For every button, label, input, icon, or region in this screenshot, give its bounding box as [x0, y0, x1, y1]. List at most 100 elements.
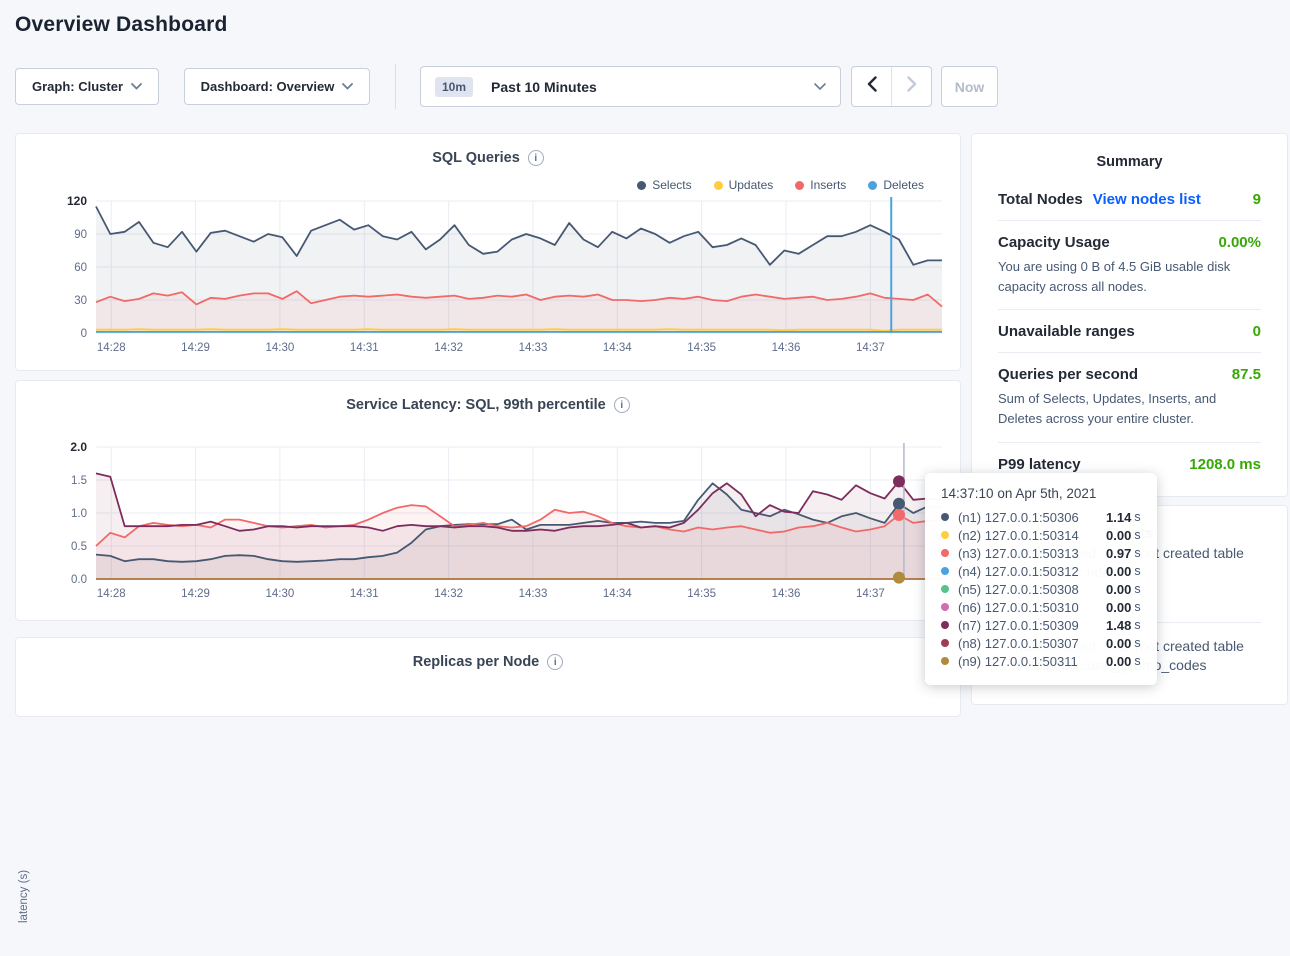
- tooltip-node-address: (n8) 127.0.0.1:50307: [958, 636, 1106, 651]
- legend-item-deletes[interactable]: Deletes: [868, 178, 924, 192]
- sql-queries-plot[interactable]: 030609012014:2814:2914:3014:3114:3214:33…: [44, 193, 950, 359]
- svg-text:14:35: 14:35: [687, 342, 716, 354]
- chevron-right-icon: [907, 76, 917, 97]
- previous-time-button[interactable]: [852, 67, 891, 106]
- tooltip-row: (n9) 127.0.0.1:503110.00s: [941, 652, 1141, 670]
- svg-text:30: 30: [74, 295, 87, 307]
- tooltip-latency-unit: s: [1134, 564, 1140, 578]
- tooltip-row: (n7) 127.0.0.1:503091.48s: [941, 616, 1141, 634]
- legend-dot: [868, 181, 877, 190]
- tooltip-node-address: (n9) 127.0.0.1:50311: [958, 654, 1106, 669]
- time-range-label: Past 10 Minutes: [491, 79, 806, 95]
- info-icon[interactable]: i: [528, 150, 544, 166]
- series-color-dot: [941, 567, 949, 575]
- tooltip-latency-value: 0.00: [1106, 528, 1131, 543]
- tooltip-latency-value: 0.00: [1106, 600, 1131, 615]
- summary-row-capacity-usage: Capacity Usage0.00%You are using 0 B of …: [998, 221, 1261, 310]
- tooltip-row: (n3) 127.0.0.1:503130.97s: [941, 544, 1141, 562]
- chevron-down-icon: [342, 83, 353, 90]
- legend-item-updates[interactable]: Updates: [714, 178, 774, 192]
- tooltip-latency-unit: s: [1134, 510, 1140, 524]
- series-color-dot: [941, 621, 949, 629]
- summary-label: Unavailable ranges: [998, 323, 1135, 340]
- svg-text:2.0: 2.0: [70, 440, 87, 454]
- tooltip-node-address: (n4) 127.0.0.1:50312: [958, 564, 1106, 579]
- latency-y-axis-label: latency (s): [18, 836, 34, 956]
- summary-value: 0.00%: [1218, 234, 1261, 251]
- svg-text:14:37: 14:37: [856, 588, 885, 600]
- svg-text:14:34: 14:34: [603, 342, 632, 354]
- svg-text:14:36: 14:36: [772, 342, 801, 354]
- tooltip-row: (n5) 127.0.0.1:503080.00s: [941, 580, 1141, 598]
- series-color-dot: [941, 549, 949, 557]
- chevron-left-icon: [867, 76, 877, 97]
- tooltip-row: (n6) 127.0.0.1:503100.00s: [941, 598, 1141, 616]
- now-button[interactable]: Now: [941, 66, 998, 107]
- replicas-chart-card: Replicas per Node i: [15, 637, 961, 717]
- legend-dot: [637, 181, 646, 190]
- latency-hover-tooltip: 14:37:10 on Apr 5th, 2021 (n1) 127.0.0.1…: [925, 473, 1157, 685]
- tooltip-node-address: (n1) 127.0.0.1:50306: [958, 510, 1106, 525]
- tooltip-latency-value: 1.48: [1106, 618, 1131, 633]
- svg-text:14:33: 14:33: [519, 588, 548, 600]
- svg-text:90: 90: [74, 229, 87, 241]
- dashboard-dropdown[interactable]: Dashboard: Overview: [184, 68, 370, 105]
- tooltip-latency-unit: s: [1134, 582, 1140, 596]
- summary-label: P99 latency: [998, 456, 1081, 473]
- tooltip-latency-value: 0.00: [1106, 636, 1131, 651]
- tooltip-latency-unit: s: [1134, 528, 1140, 542]
- series-color-dot: [941, 603, 949, 611]
- tooltip-latency-value: 1.14: [1106, 510, 1131, 525]
- dashboard-dropdown-label: Dashboard: Overview: [201, 79, 335, 94]
- svg-text:120: 120: [67, 194, 87, 208]
- series-color-dot: [941, 513, 949, 521]
- tooltip-node-address: (n6) 127.0.0.1:50310: [958, 600, 1106, 615]
- tooltip-timestamp: 14:37:10 on Apr 5th, 2021: [941, 486, 1141, 501]
- svg-text:1.5: 1.5: [71, 475, 87, 487]
- svg-text:14:36: 14:36: [772, 588, 801, 600]
- service-latency-chart-card: Service Latency: SQL, 99th percentile i …: [15, 380, 961, 621]
- svg-text:14:32: 14:32: [434, 342, 463, 354]
- tooltip-latency-value: 0.00: [1106, 564, 1131, 579]
- service-latency-chart-title: Service Latency: SQL, 99th percentile: [346, 397, 606, 413]
- svg-text:0.5: 0.5: [71, 541, 87, 553]
- svg-text:14:29: 14:29: [181, 342, 210, 354]
- series-color-dot: [941, 531, 949, 539]
- tooltip-row: (n2) 127.0.0.1:503140.00s: [941, 526, 1141, 544]
- service-latency-plot[interactable]: 0.00.51.01.52.014:2814:2914:3014:3114:32…: [44, 439, 950, 605]
- svg-text:0.0: 0.0: [71, 574, 87, 586]
- summary-title: Summary: [972, 134, 1287, 170]
- time-step-buttons: [851, 66, 932, 107]
- page-title: Overview Dashboard: [15, 13, 228, 37]
- summary-panel: Summary Total NodesView nodes list9Capac…: [971, 133, 1288, 497]
- time-range-badge: 10m: [435, 77, 473, 97]
- replicas-chart-title: Replicas per Node: [413, 654, 540, 670]
- legend-dot: [714, 181, 723, 190]
- summary-row-total-nodes: Total NodesView nodes list9: [998, 178, 1261, 221]
- info-icon[interactable]: i: [547, 654, 563, 670]
- tooltip-latency-value: 0.97: [1106, 546, 1131, 561]
- summary-description: Sum of Selects, Updates, Inserts, and De…: [998, 389, 1261, 429]
- graph-dropdown[interactable]: Graph: Cluster: [15, 68, 159, 105]
- svg-text:14:29: 14:29: [181, 588, 210, 600]
- legend-item-selects[interactable]: Selects: [637, 178, 691, 192]
- tooltip-latency-unit: s: [1134, 546, 1140, 560]
- toolbar-divider: [395, 64, 396, 109]
- chevron-down-icon: [814, 83, 826, 91]
- summary-label: Total Nodes: [998, 191, 1083, 208]
- legend-label: Inserts: [810, 178, 846, 192]
- summary-label: Queries per second: [998, 366, 1138, 383]
- series-color-dot: [941, 585, 949, 593]
- tooltip-node-address: (n7) 127.0.0.1:50309: [958, 618, 1106, 633]
- tooltip-latency-unit: s: [1134, 636, 1140, 650]
- next-time-button[interactable]: [891, 67, 931, 106]
- svg-text:14:33: 14:33: [519, 342, 548, 354]
- info-icon[interactable]: i: [614, 397, 630, 413]
- svg-text:1.0: 1.0: [71, 508, 87, 520]
- view-nodes-list-link[interactable]: View nodes list: [1093, 191, 1201, 208]
- tooltip-row: (n4) 127.0.0.1:503120.00s: [941, 562, 1141, 580]
- legend-item-inserts[interactable]: Inserts: [795, 178, 846, 192]
- svg-text:14:30: 14:30: [266, 588, 295, 600]
- graph-dropdown-label: Graph: Cluster: [32, 79, 123, 94]
- time-range-dropdown[interactable]: 10m Past 10 Minutes: [420, 66, 841, 107]
